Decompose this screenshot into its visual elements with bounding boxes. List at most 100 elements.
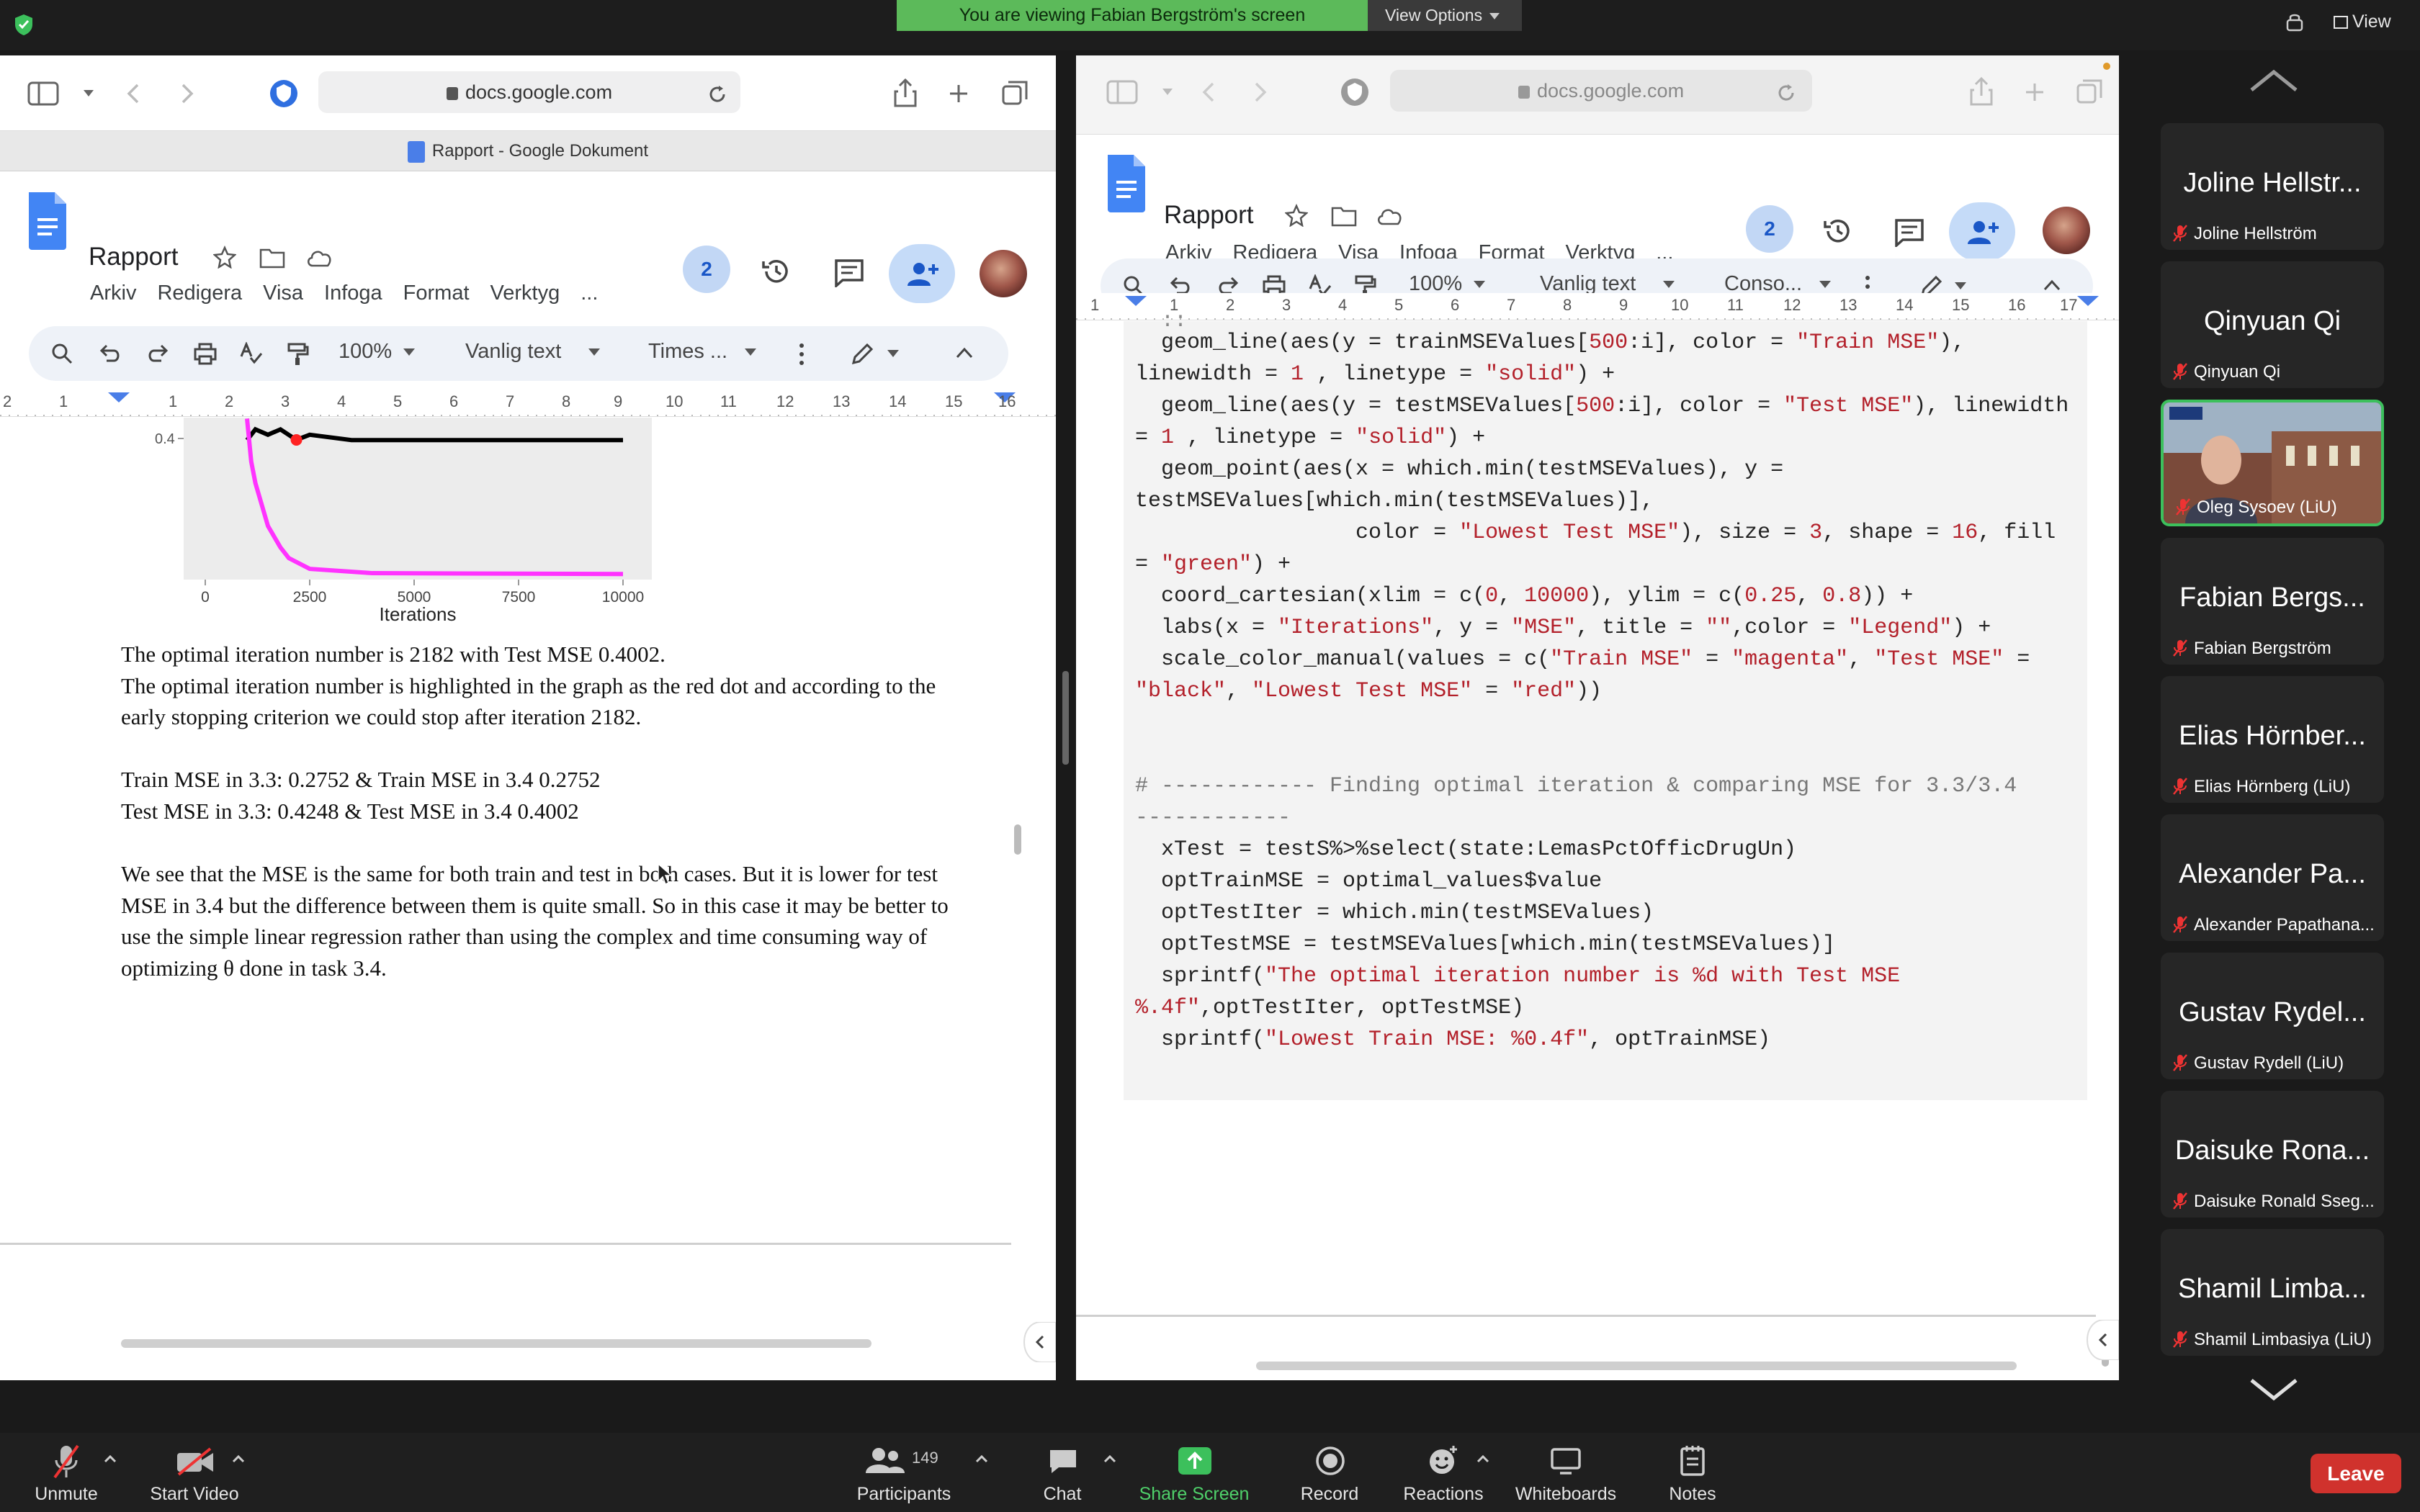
active-viewers-badge[interactable]: 2 (683, 246, 730, 293)
zoom-select[interactable]: 100% (339, 340, 416, 364)
share-icon[interactable] (1969, 76, 1994, 107)
divider-handle[interactable] (1062, 671, 1069, 765)
user-avatar[interactable] (980, 250, 1027, 297)
redo-icon[interactable] (145, 343, 169, 364)
menu-format[interactable]: Format (403, 282, 470, 305)
side-panel-chevron-icon[interactable] (2084, 1320, 2119, 1360)
view-options-button[interactable]: View Options (1368, 0, 1522, 31)
start-video-button[interactable]: Start Video (141, 1433, 248, 1512)
menu-visa[interactable]: Visa (263, 282, 303, 305)
edit-mode-pencil-icon[interactable] (850, 342, 874, 366)
participant-tile[interactable]: Qinyuan Qi Qinyuan Qi (2161, 261, 2384, 388)
edit-mode-chevron-icon[interactable] (887, 350, 899, 357)
share-screen-button[interactable]: Share Screen (1131, 1433, 1258, 1512)
reactions-chevron-icon[interactable] (1476, 1454, 1489, 1463)
participant-tile[interactable]: Fabian Bergs... Fabian Bergström (2161, 538, 2384, 665)
share-button[interactable] (1949, 202, 2015, 261)
left-doc-title[interactable]: Rapport (89, 243, 179, 271)
left-browser-tab[interactable]: Rapport - Google Dokument (0, 131, 1056, 171)
sidebar-toggle-icon[interactable] (27, 81, 60, 106)
tab-overview-icon[interactable] (2076, 78, 2103, 104)
left-address-bar[interactable]: docs.google.com (318, 71, 740, 113)
move-folder-icon[interactable] (1331, 205, 1357, 227)
share-icon[interactable] (893, 77, 918, 109)
menu-infoga[interactable]: Infoga (324, 282, 382, 305)
google-docs-logo-icon[interactable] (1105, 155, 1148, 212)
participant-tile[interactable]: Oleg Sysoev (LiU) (2161, 400, 2384, 526)
chat-chevron-icon[interactable] (1103, 1454, 1116, 1463)
comments-icon[interactable] (834, 258, 864, 287)
privacy-shield-icon[interactable] (1340, 77, 1370, 107)
side-panel-chevron-icon[interactable] (1021, 1322, 1056, 1362)
menu-arkiv[interactable]: Arkiv (90, 282, 136, 305)
version-history-icon[interactable] (761, 256, 792, 287)
comments-icon[interactable] (1894, 218, 1924, 247)
user-avatar[interactable] (2043, 207, 2090, 254)
chat-button[interactable]: Chat (1030, 1433, 1095, 1512)
new-tab-plus-icon[interactable] (2024, 81, 2045, 103)
whiteboards-button[interactable]: Whiteboards (1508, 1433, 1623, 1512)
participant-tile[interactable]: Daisuke Rona... Daisuke Ronald Sseg... (2161, 1091, 2384, 1218)
forward-arrow-icon[interactable] (180, 83, 194, 104)
participant-tile[interactable]: Gustav Rydel... Gustav Rydell (LiU) (2161, 953, 2384, 1079)
reactions-button[interactable]: Reactions (1400, 1433, 1487, 1512)
star-icon[interactable] (1285, 204, 1308, 227)
tab-overview-icon[interactable] (1001, 80, 1028, 106)
privacy-shield-icon[interactable] (269, 78, 299, 109)
tab-group-chevron-icon[interactable] (1162, 89, 1173, 95)
menu-more[interactable]: ... (581, 282, 598, 305)
version-history-icon[interactable] (1822, 215, 1854, 247)
new-tab-plus-icon[interactable] (948, 83, 969, 104)
font-select[interactable]: Times ... (648, 340, 757, 364)
reload-icon[interactable] (1776, 83, 1796, 103)
unmute-button[interactable]: Unmute (22, 1433, 111, 1512)
menu-verktyg[interactable]: Verktyg (490, 282, 560, 305)
print-icon[interactable] (193, 342, 218, 365)
cloud-status-icon[interactable] (305, 247, 334, 267)
participant-tile[interactable]: Shamil Limba... Shamil Limbasiya (LiU) (2161, 1229, 2384, 1356)
reload-icon[interactable] (707, 84, 727, 104)
immersive-view-icon[interactable] (2285, 13, 2305, 35)
move-folder-icon[interactable] (259, 247, 285, 269)
back-arrow-icon[interactable] (1201, 81, 1216, 103)
participant-tile[interactable]: Elias Hörnber... Elias Hörnberg (LiU) (2161, 676, 2384, 803)
split-divider[interactable] (1056, 55, 1076, 1380)
more-options-icon[interactable] (798, 342, 805, 366)
star-icon[interactable] (213, 246, 236, 269)
collapse-menus-icon[interactable] (955, 346, 974, 359)
active-viewers-badge[interactable]: 2 (1746, 205, 1793, 253)
view-button[interactable]: View (2334, 12, 2391, 32)
participant-tile[interactable]: Alexander Pa... Alexander Papathana... (2161, 814, 2384, 941)
right-doc-title[interactable]: Rapport (1164, 201, 1254, 230)
style-select[interactable]: Vanlig text (465, 340, 601, 364)
undo-icon[interactable] (99, 343, 122, 364)
notes-button[interactable]: Notes (1657, 1433, 1729, 1512)
cloud-status-icon[interactable] (1376, 205, 1404, 225)
google-docs-logo-icon[interactable] (26, 192, 69, 250)
scroll-down-chevron-icon[interactable] (2249, 1377, 2299, 1402)
leave-button[interactable]: Leave (2311, 1454, 2401, 1493)
record-button[interactable]: Record (1289, 1433, 1370, 1512)
back-arrow-icon[interactable] (126, 83, 140, 104)
forward-arrow-icon[interactable] (1253, 81, 1268, 103)
edit-mode-chevron-icon[interactable] (1955, 282, 1966, 289)
right-address-bar[interactable]: docs.google.com (1390, 70, 1812, 112)
horizontal-scrollbar[interactable] (1256, 1362, 2017, 1370)
horizontal-scrollbar[interactable] (121, 1339, 871, 1348)
video-options-chevron-icon[interactable] (232, 1454, 245, 1463)
collapse-menus-icon[interactable] (2043, 279, 2061, 292)
paint-format-icon[interactable] (287, 342, 310, 366)
menu-redigera[interactable]: Redigera (157, 282, 242, 305)
share-button[interactable] (889, 244, 955, 303)
search-icon[interactable] (50, 342, 73, 365)
participant-tile[interactable]: Joline Hellstr... Joline Hellström (2161, 123, 2384, 250)
scroll-up-chevron-icon[interactable] (2249, 68, 2299, 93)
security-shield-icon[interactable] (13, 13, 35, 36)
tab-group-chevron-icon[interactable] (84, 90, 94, 96)
sidebar-toggle-icon[interactable] (1106, 80, 1139, 104)
participants-chevron-icon[interactable] (975, 1454, 988, 1463)
spellcheck-icon[interactable] (239, 342, 264, 365)
vertical-scrollbar[interactable] (1014, 824, 1021, 855)
audio-options-chevron-icon[interactable] (104, 1454, 117, 1463)
participants-button[interactable]: 149 Participants (850, 1433, 958, 1512)
